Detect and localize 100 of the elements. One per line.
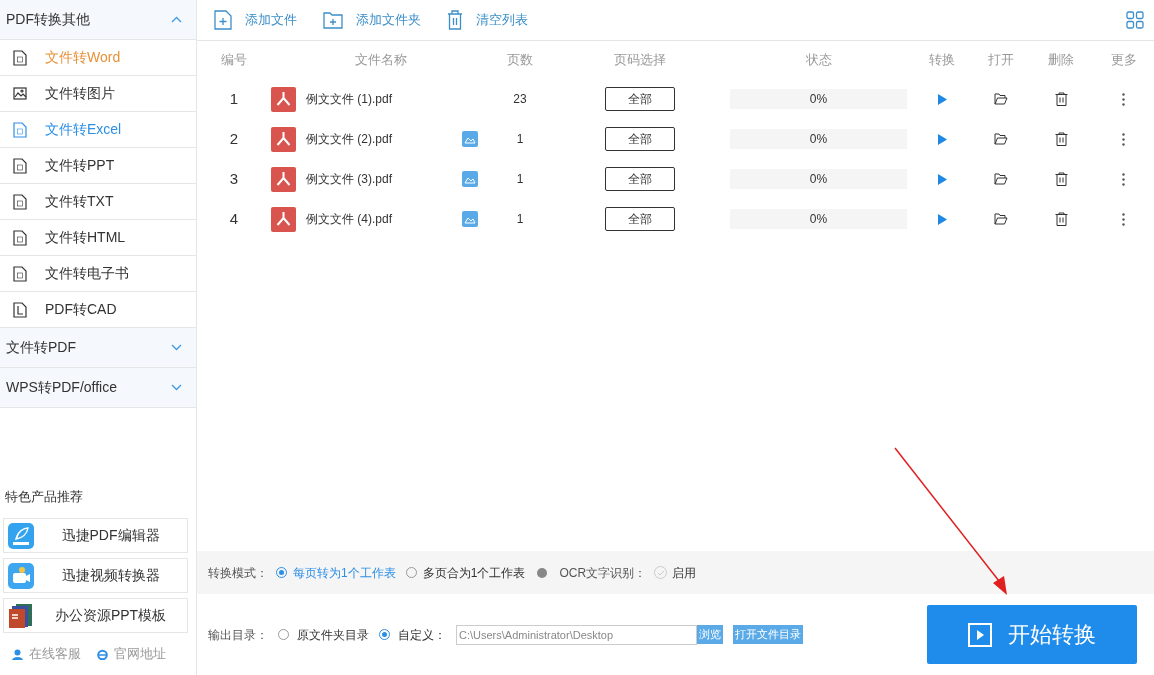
help-icon[interactable] xyxy=(537,567,548,578)
progress-text: 0% xyxy=(809,91,828,108)
sidebar-item[interactable]: 文件转PPT xyxy=(0,148,196,184)
sidebar-group-header[interactable]: WPS转PDF/office xyxy=(0,368,196,408)
more-icon[interactable] xyxy=(1122,132,1125,146)
folder-icon[interactable] xyxy=(994,173,1008,185)
document-icon xyxy=(13,157,27,174)
progress-text: 0% xyxy=(809,211,828,228)
folder-add-icon xyxy=(323,11,343,29)
folder-icon[interactable] xyxy=(994,213,1008,225)
document-icon xyxy=(13,121,27,138)
sidebar-item[interactable]: 文件转HTML xyxy=(0,220,196,256)
option-label: 输出目录： xyxy=(208,626,268,644)
progress-text: 0% xyxy=(809,171,828,188)
column-header: 更多 xyxy=(1109,51,1138,70)
progress-text: 0% xyxy=(809,131,828,148)
column-header: 文件名称 xyxy=(353,51,408,70)
pdf-file-icon xyxy=(271,166,296,192)
column-header: 状态 xyxy=(804,51,833,70)
image-icon[interactable] xyxy=(462,211,478,227)
row-number: 3 xyxy=(228,168,240,189)
document-icon xyxy=(13,49,27,66)
product-card[interactable]: 迅捷PDF编辑器 xyxy=(3,518,188,553)
folder-icon[interactable] xyxy=(994,93,1008,105)
sidebar-group-header[interactable]: PDF转换其他 xyxy=(0,0,196,40)
grid-view-icon[interactable] xyxy=(1126,11,1144,29)
radio-label: 每页转为1个工作表 xyxy=(293,564,396,582)
toolbar-button[interactable]: 添加文件夹 xyxy=(323,10,421,30)
radio-label: 多页合为1个工作表 xyxy=(422,564,526,582)
checkbox-label: 启用 xyxy=(672,564,697,582)
page-range-button[interactable]: 全部 xyxy=(605,167,675,191)
document-icon xyxy=(13,193,27,210)
toolbar-button[interactable]: 清空列表 xyxy=(447,10,528,30)
row-number: 4 xyxy=(228,208,240,229)
column-header: 页数 xyxy=(506,51,534,70)
page-count: 23 xyxy=(512,91,528,108)
file-add-icon xyxy=(214,10,232,30)
column-header: 转换 xyxy=(928,51,956,70)
sidebar-item[interactable]: 文件转Excel xyxy=(0,112,196,148)
document-icon xyxy=(13,229,27,246)
page-count: 1 xyxy=(515,211,525,228)
sidebar-group-header[interactable]: 文件转PDF xyxy=(0,328,196,368)
trash-icon[interactable] xyxy=(1054,132,1068,146)
browser-icon xyxy=(97,648,108,660)
chevron-down-icon xyxy=(171,384,182,391)
video-camera-icon xyxy=(8,562,34,589)
more-icon[interactable] xyxy=(1122,212,1125,226)
file-name: 例文文件 (1).pdf xyxy=(306,91,393,108)
trash-icon[interactable] xyxy=(1054,92,1068,106)
check-icon xyxy=(656,569,665,576)
play-icon xyxy=(968,622,992,647)
section-title: 特色产品推荐 xyxy=(4,487,84,506)
chevron-down-icon xyxy=(171,344,182,351)
trash-icon xyxy=(447,10,463,30)
pdf-file-icon xyxy=(271,86,296,112)
page-range-button[interactable]: 全部 xyxy=(605,127,675,151)
more-icon[interactable] xyxy=(1122,92,1125,106)
image-icon xyxy=(13,85,27,102)
page-count: 1 xyxy=(515,171,525,188)
folder-icon[interactable] xyxy=(994,133,1008,145)
document-icon xyxy=(13,265,27,282)
pdf-file-icon xyxy=(271,126,296,152)
person-icon xyxy=(12,648,23,660)
document-icon xyxy=(13,301,27,318)
row-number: 1 xyxy=(228,88,240,109)
file-name: 例文文件 (4).pdf xyxy=(306,211,393,228)
more-icon[interactable] xyxy=(1122,172,1125,186)
pdf-file-icon xyxy=(271,206,296,232)
play-icon[interactable] xyxy=(937,133,947,145)
play-icon[interactable] xyxy=(937,213,947,225)
trash-icon[interactable] xyxy=(1054,172,1068,186)
column-header: 打开 xyxy=(987,51,1015,70)
play-icon[interactable] xyxy=(937,93,947,105)
slides-icon xyxy=(8,602,34,629)
pdf-editor-icon xyxy=(8,522,34,549)
image-icon[interactable] xyxy=(462,171,478,187)
option-label: 转换模式： xyxy=(208,564,268,582)
play-icon[interactable] xyxy=(937,173,947,185)
sidebar-item[interactable]: 文件转电子书 xyxy=(0,256,196,292)
product-card[interactable]: 迅捷视频转换器 xyxy=(3,558,188,593)
image-icon[interactable] xyxy=(462,131,478,147)
page-count: 1 xyxy=(515,131,525,148)
column-header: 编号 xyxy=(220,51,248,70)
page-range-button[interactable]: 全部 xyxy=(605,207,675,231)
path-field[interactable]: C:\Users\Administrator\Desktop xyxy=(456,624,697,645)
row-number: 2 xyxy=(228,128,240,149)
option-label: OCR文字识别： xyxy=(559,564,647,582)
file-name: 例文文件 (2).pdf xyxy=(306,131,393,148)
product-card[interactable]: 办公资源PPT模板 xyxy=(3,598,188,633)
sidebar-item[interactable]: 文件转图片 xyxy=(0,76,196,112)
column-header: 页码选择 xyxy=(613,51,667,70)
page-range-button[interactable]: 全部 xyxy=(605,87,675,111)
trash-icon[interactable] xyxy=(1054,212,1068,226)
radio-label: 原文件夹目录 xyxy=(297,626,369,644)
chevron-up-icon xyxy=(171,16,182,23)
sidebar-item[interactable]: 文件转TXT xyxy=(0,184,196,220)
column-header: 删除 xyxy=(1047,51,1075,70)
file-name: 例文文件 (3).pdf xyxy=(306,171,393,188)
toolbar-button[interactable]: 添加文件 xyxy=(214,10,297,30)
radio-label: 自定义： xyxy=(398,626,446,644)
